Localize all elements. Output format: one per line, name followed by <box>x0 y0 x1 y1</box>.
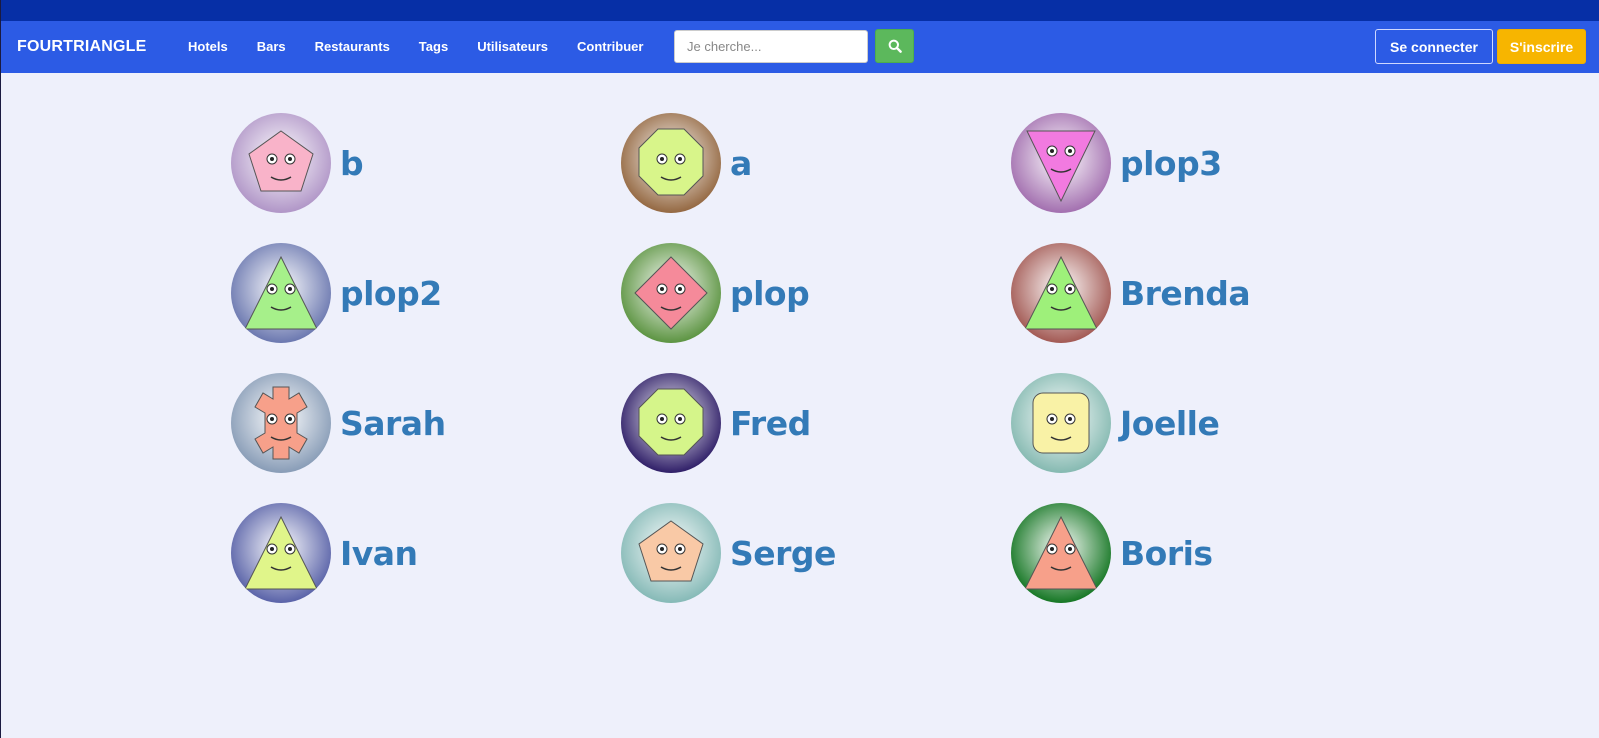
avatar <box>621 113 721 213</box>
nav-restaurants[interactable]: Restaurants <box>315 21 390 73</box>
user-card[interactable]: a <box>621 113 752 213</box>
user-card[interactable]: Fred <box>621 373 811 473</box>
nav-links: Hotels Bars Restaurants Tags Utilisateur… <box>188 21 672 73</box>
user-card[interactable]: Boris <box>1011 503 1213 603</box>
nav-utilisateurs[interactable]: Utilisateurs <box>477 21 548 73</box>
navbar: FOURTRIANGLE Hotels Bars Restaurants Tag… <box>1 21 1599 73</box>
avatar <box>231 113 331 213</box>
user-card[interactable]: Ivan <box>231 503 418 603</box>
avatar <box>1011 243 1111 343</box>
user-name: Serge <box>730 533 836 573</box>
nav-hotels[interactable]: Hotels <box>188 21 228 73</box>
nav-contribuer[interactable]: Contribuer <box>577 21 643 73</box>
user-name: a <box>730 143 752 183</box>
user-name: Fred <box>730 403 811 443</box>
avatar <box>231 243 331 343</box>
avatar <box>1011 113 1111 213</box>
brand-logo[interactable]: FOURTRIANGLE <box>17 21 147 73</box>
user-name: plop3 <box>1120 143 1222 183</box>
user-name: plop <box>730 273 810 313</box>
user-name: plop2 <box>340 273 442 313</box>
user-card[interactable]: Serge <box>621 503 836 603</box>
login-button[interactable]: Se connecter <box>1375 29 1493 64</box>
user-name: Sarah <box>340 403 446 443</box>
user-card[interactable]: plop <box>621 243 810 343</box>
user-name: Brenda <box>1120 273 1251 313</box>
user-name: Boris <box>1120 533 1213 573</box>
user-card[interactable]: plop3 <box>1011 113 1222 213</box>
search-icon <box>888 39 902 53</box>
user-name: Joelle <box>1120 403 1220 443</box>
avatar <box>1011 373 1111 473</box>
user-name: b <box>340 143 364 183</box>
signup-button[interactable]: S'inscrire <box>1497 29 1586 64</box>
user-name: Ivan <box>340 533 418 573</box>
avatar <box>621 373 721 473</box>
avatar <box>1011 503 1111 603</box>
nav-tags[interactable]: Tags <box>419 21 448 73</box>
search-input[interactable] <box>674 30 868 63</box>
avatar <box>231 373 331 473</box>
user-card[interactable]: Brenda <box>1011 243 1251 343</box>
user-card[interactable]: b <box>231 113 364 213</box>
nav-bars[interactable]: Bars <box>257 21 286 73</box>
avatar <box>621 243 721 343</box>
top-accent-strip <box>1 0 1599 21</box>
search-button[interactable] <box>875 29 914 63</box>
avatar <box>231 503 331 603</box>
user-card[interactable]: Sarah <box>231 373 446 473</box>
user-card[interactable]: Joelle <box>1011 373 1220 473</box>
avatar <box>621 503 721 603</box>
user-card[interactable]: plop2 <box>231 243 442 343</box>
